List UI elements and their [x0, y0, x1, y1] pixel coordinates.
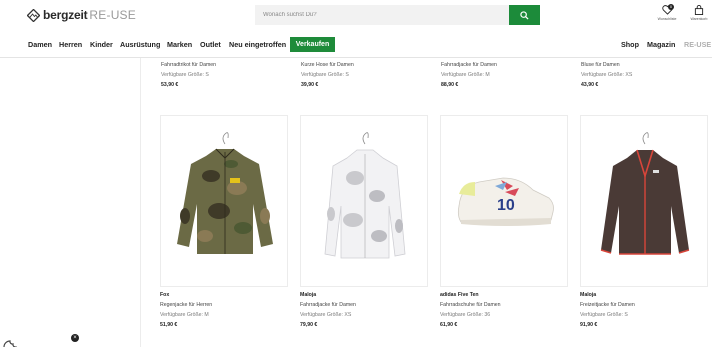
- cookie-consent-bubble[interactable]: [0, 325, 80, 347]
- nav-item-magazin[interactable]: Magazin: [647, 40, 675, 49]
- wishlist-button[interactable]: 0 Wunschliste: [655, 4, 679, 21]
- nav-item-outlet[interactable]: Outlet: [200, 40, 221, 49]
- product-price: 43,90 €: [581, 82, 599, 88]
- product-image[interactable]: [580, 115, 708, 287]
- product-image[interactable]: 10: [440, 115, 568, 287]
- product-name: Bluse für Damen: [581, 62, 620, 68]
- sell-button[interactable]: Verkaufen: [290, 37, 335, 52]
- nav-item-marken[interactable]: Marken: [167, 40, 192, 49]
- product-size: Verfügbare Größe: 36: [440, 312, 491, 318]
- product-card[interactable]: Kurze Hose für Damen Verfügbare Größe: S…: [301, 58, 431, 90]
- product-price: 39,90 €: [301, 82, 319, 88]
- main-nav: Damen Herren Kinder Ausrüstung Marken Ou…: [0, 37, 712, 54]
- camo-jacket-image: [177, 132, 273, 254]
- nav-item-damen[interactable]: Damen: [28, 40, 52, 49]
- cart-button[interactable]: Warenkorb: [687, 5, 711, 21]
- product-price: 91,90 €: [580, 322, 598, 328]
- product-name: Kurze Hose für Damen: [301, 62, 354, 68]
- product-price: 61,90 €: [440, 322, 458, 328]
- product-size: Verfügbare Größe: S: [301, 72, 349, 78]
- product-card[interactable]: Bluse für Damen Verfügbare Größe: XS 43,…: [581, 58, 711, 90]
- nav-item-kinder[interactable]: Kinder: [90, 40, 113, 49]
- cookie-icon: [3, 340, 17, 347]
- product-size: Verfügbare Größe: XS: [581, 72, 633, 78]
- product-size: Verfügbare Größe: S: [161, 72, 209, 78]
- product-size: Verfügbare Größe: XS: [300, 312, 352, 318]
- product-card[interactable]: Fahrradtrikot für Damen Verfügbare Größe…: [161, 58, 291, 90]
- logo-suffix: RE-USE: [89, 8, 136, 22]
- product-size: Verfügbare Größe: M: [441, 72, 490, 78]
- wishlist-label: Wunschliste: [657, 17, 677, 21]
- search-icon: [520, 10, 529, 20]
- product-image[interactable]: [300, 115, 428, 287]
- product-name: Fahrradjacke für Damen: [300, 302, 356, 308]
- product-name: Freizeitjacke für Damen: [580, 302, 635, 308]
- product-price: 51,90 €: [160, 322, 178, 328]
- product-name: Fahrradjacke für Damen: [441, 62, 497, 68]
- nav-item-re-use[interactable]: RE-USE: [684, 40, 711, 49]
- product-price: 53,90 €: [161, 82, 179, 88]
- product-card[interactable]: Fahrradjacke für Damen Verfügbare Größe:…: [441, 58, 571, 90]
- nav-item-ausruestung[interactable]: Ausrüstung: [120, 40, 160, 49]
- product-brand: Maloja: [300, 292, 317, 298]
- logo[interactable]: bergzeit RE-USE: [27, 7, 136, 23]
- site-header: bergzeit RE-USE 0 Wunschliste Warenkorb …: [0, 0, 712, 58]
- product-image[interactable]: [160, 115, 288, 287]
- product-name: Fahrradtrikot für Damen: [161, 62, 217, 68]
- product-name: Fahrradschuhe für Damen: [440, 302, 501, 308]
- cart-label: Warenkorb: [690, 17, 708, 21]
- search-bar: [255, 5, 540, 25]
- search-input[interactable]: [255, 5, 510, 25]
- sneaker-image: 10: [457, 177, 554, 226]
- nav-item-herren[interactable]: Herren: [59, 40, 82, 49]
- nav-item-shop[interactable]: Shop: [621, 40, 639, 49]
- cardigan-image: [600, 132, 690, 255]
- product-price: 88,90 €: [441, 82, 459, 88]
- product-brand: Fox: [160, 292, 170, 298]
- mountain-logo-icon: [27, 8, 40, 22]
- product-size: Verfügbare Größe: S: [580, 312, 628, 318]
- product-size: Verfügbare Größe: M: [160, 312, 209, 318]
- logo-name: bergzeit: [43, 8, 88, 22]
- product-name: Regenjacke für Herren: [160, 302, 213, 308]
- close-icon[interactable]: ×: [71, 334, 79, 342]
- sidebar-divider: [140, 58, 141, 347]
- nav-item-neu-eingetroffen[interactable]: Neu eingetroffen: [229, 40, 286, 49]
- svg-text:10: 10: [497, 197, 515, 214]
- wishlist-count-badge: 0: [668, 4, 674, 10]
- shopping-bag-icon: [694, 5, 704, 15]
- product-price: 79,90 €: [300, 322, 318, 328]
- search-button[interactable]: [509, 5, 540, 25]
- white-jacket-image: [324, 132, 406, 259]
- product-brand: adidas Five Ten: [440, 292, 479, 298]
- product-brand: Maloja: [580, 292, 597, 298]
